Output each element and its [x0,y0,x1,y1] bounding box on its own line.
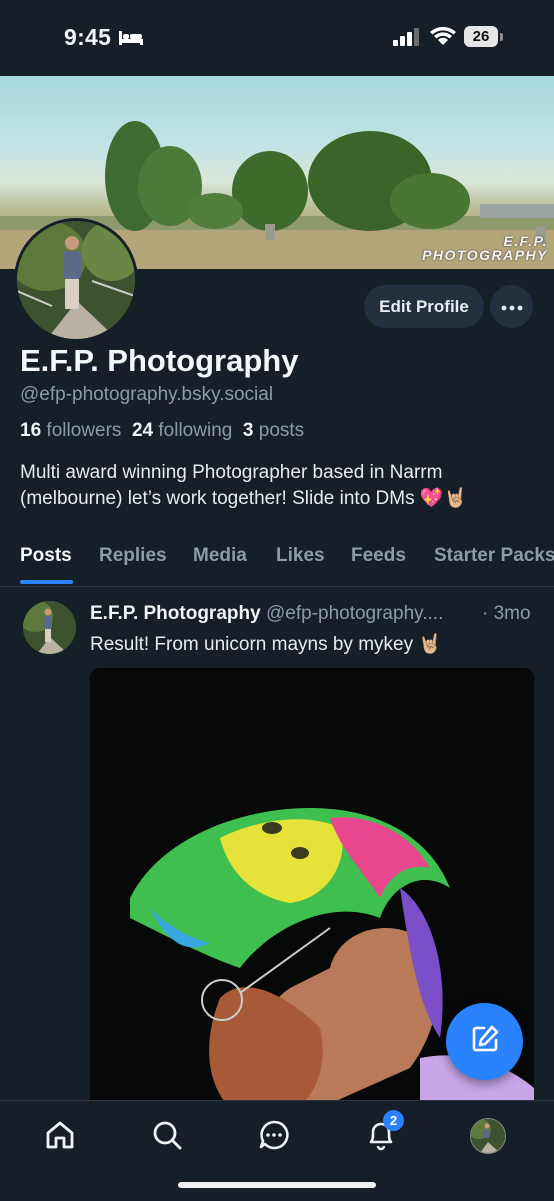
followers-link[interactable]: 16 followers [20,420,121,441]
nav-chat[interactable] [254,1117,294,1157]
post-author-handle[interactable]: @efp-photography.... [266,603,443,624]
profile-stats: 16 followers 24 following 3 posts [20,420,304,442]
nav-home[interactable] [40,1117,80,1157]
tab-starter-packs[interactable]: Starter Packs [434,545,554,567]
post-timestamp[interactable]: · 3mo [482,603,531,625]
more-icon [501,298,523,316]
profile-name: E.F.P. Photography [20,343,299,378]
battery-tip [500,33,503,41]
tab-media[interactable]: Media [193,545,247,567]
tab-replies[interactable]: Replies [99,545,167,567]
notification-badge: 2 [383,1110,404,1131]
status-time: 9:45 [64,24,112,50]
post-text: Result! From unicorn mayns by mykey 🤘🏼 [90,634,443,655]
tab-feeds[interactable]: Feeds [351,545,406,567]
following-link[interactable]: 24 following [132,420,232,441]
profile-bio: Multi award winning Photographer based i… [20,462,468,509]
bed-icon [118,29,144,52]
battery-level: 26 [464,26,498,47]
home-indicator [178,1182,376,1188]
compose-icon [470,1024,500,1059]
post-author-avatar[interactable] [23,601,76,654]
post-author-name[interactable]: E.F.P. Photography [90,603,261,624]
compose-button[interactable] [446,1003,523,1080]
wifi-icon [429,25,457,52]
signal-icon [392,28,422,51]
tab-posts[interactable]: Posts [20,545,72,567]
nav-search[interactable] [147,1117,187,1157]
home-icon [44,1119,76,1156]
posts-count: 3 posts [242,420,305,441]
chat-icon [258,1119,290,1156]
status-bar: 9:45 26 [0,0,554,76]
more-options-button[interactable] [490,285,533,328]
profile-tabs: Posts Replies Media Likes Feeds Starter … [0,540,554,587]
tab-likes[interactable]: Likes [276,545,325,567]
edit-profile-button[interactable]: Edit Profile [364,285,484,328]
profile-avatar[interactable] [14,218,138,342]
active-tab-indicator [20,580,73,584]
banner-watermark: E.F.P. PHOTOGRAPHY [422,233,548,263]
post-header: E.F.P. Photography @efp-photography.... [90,603,535,625]
search-icon [151,1119,183,1156]
profile-handle: @efp-photography.bsky.social [20,384,274,405]
nav-profile-avatar[interactable] [470,1118,506,1154]
